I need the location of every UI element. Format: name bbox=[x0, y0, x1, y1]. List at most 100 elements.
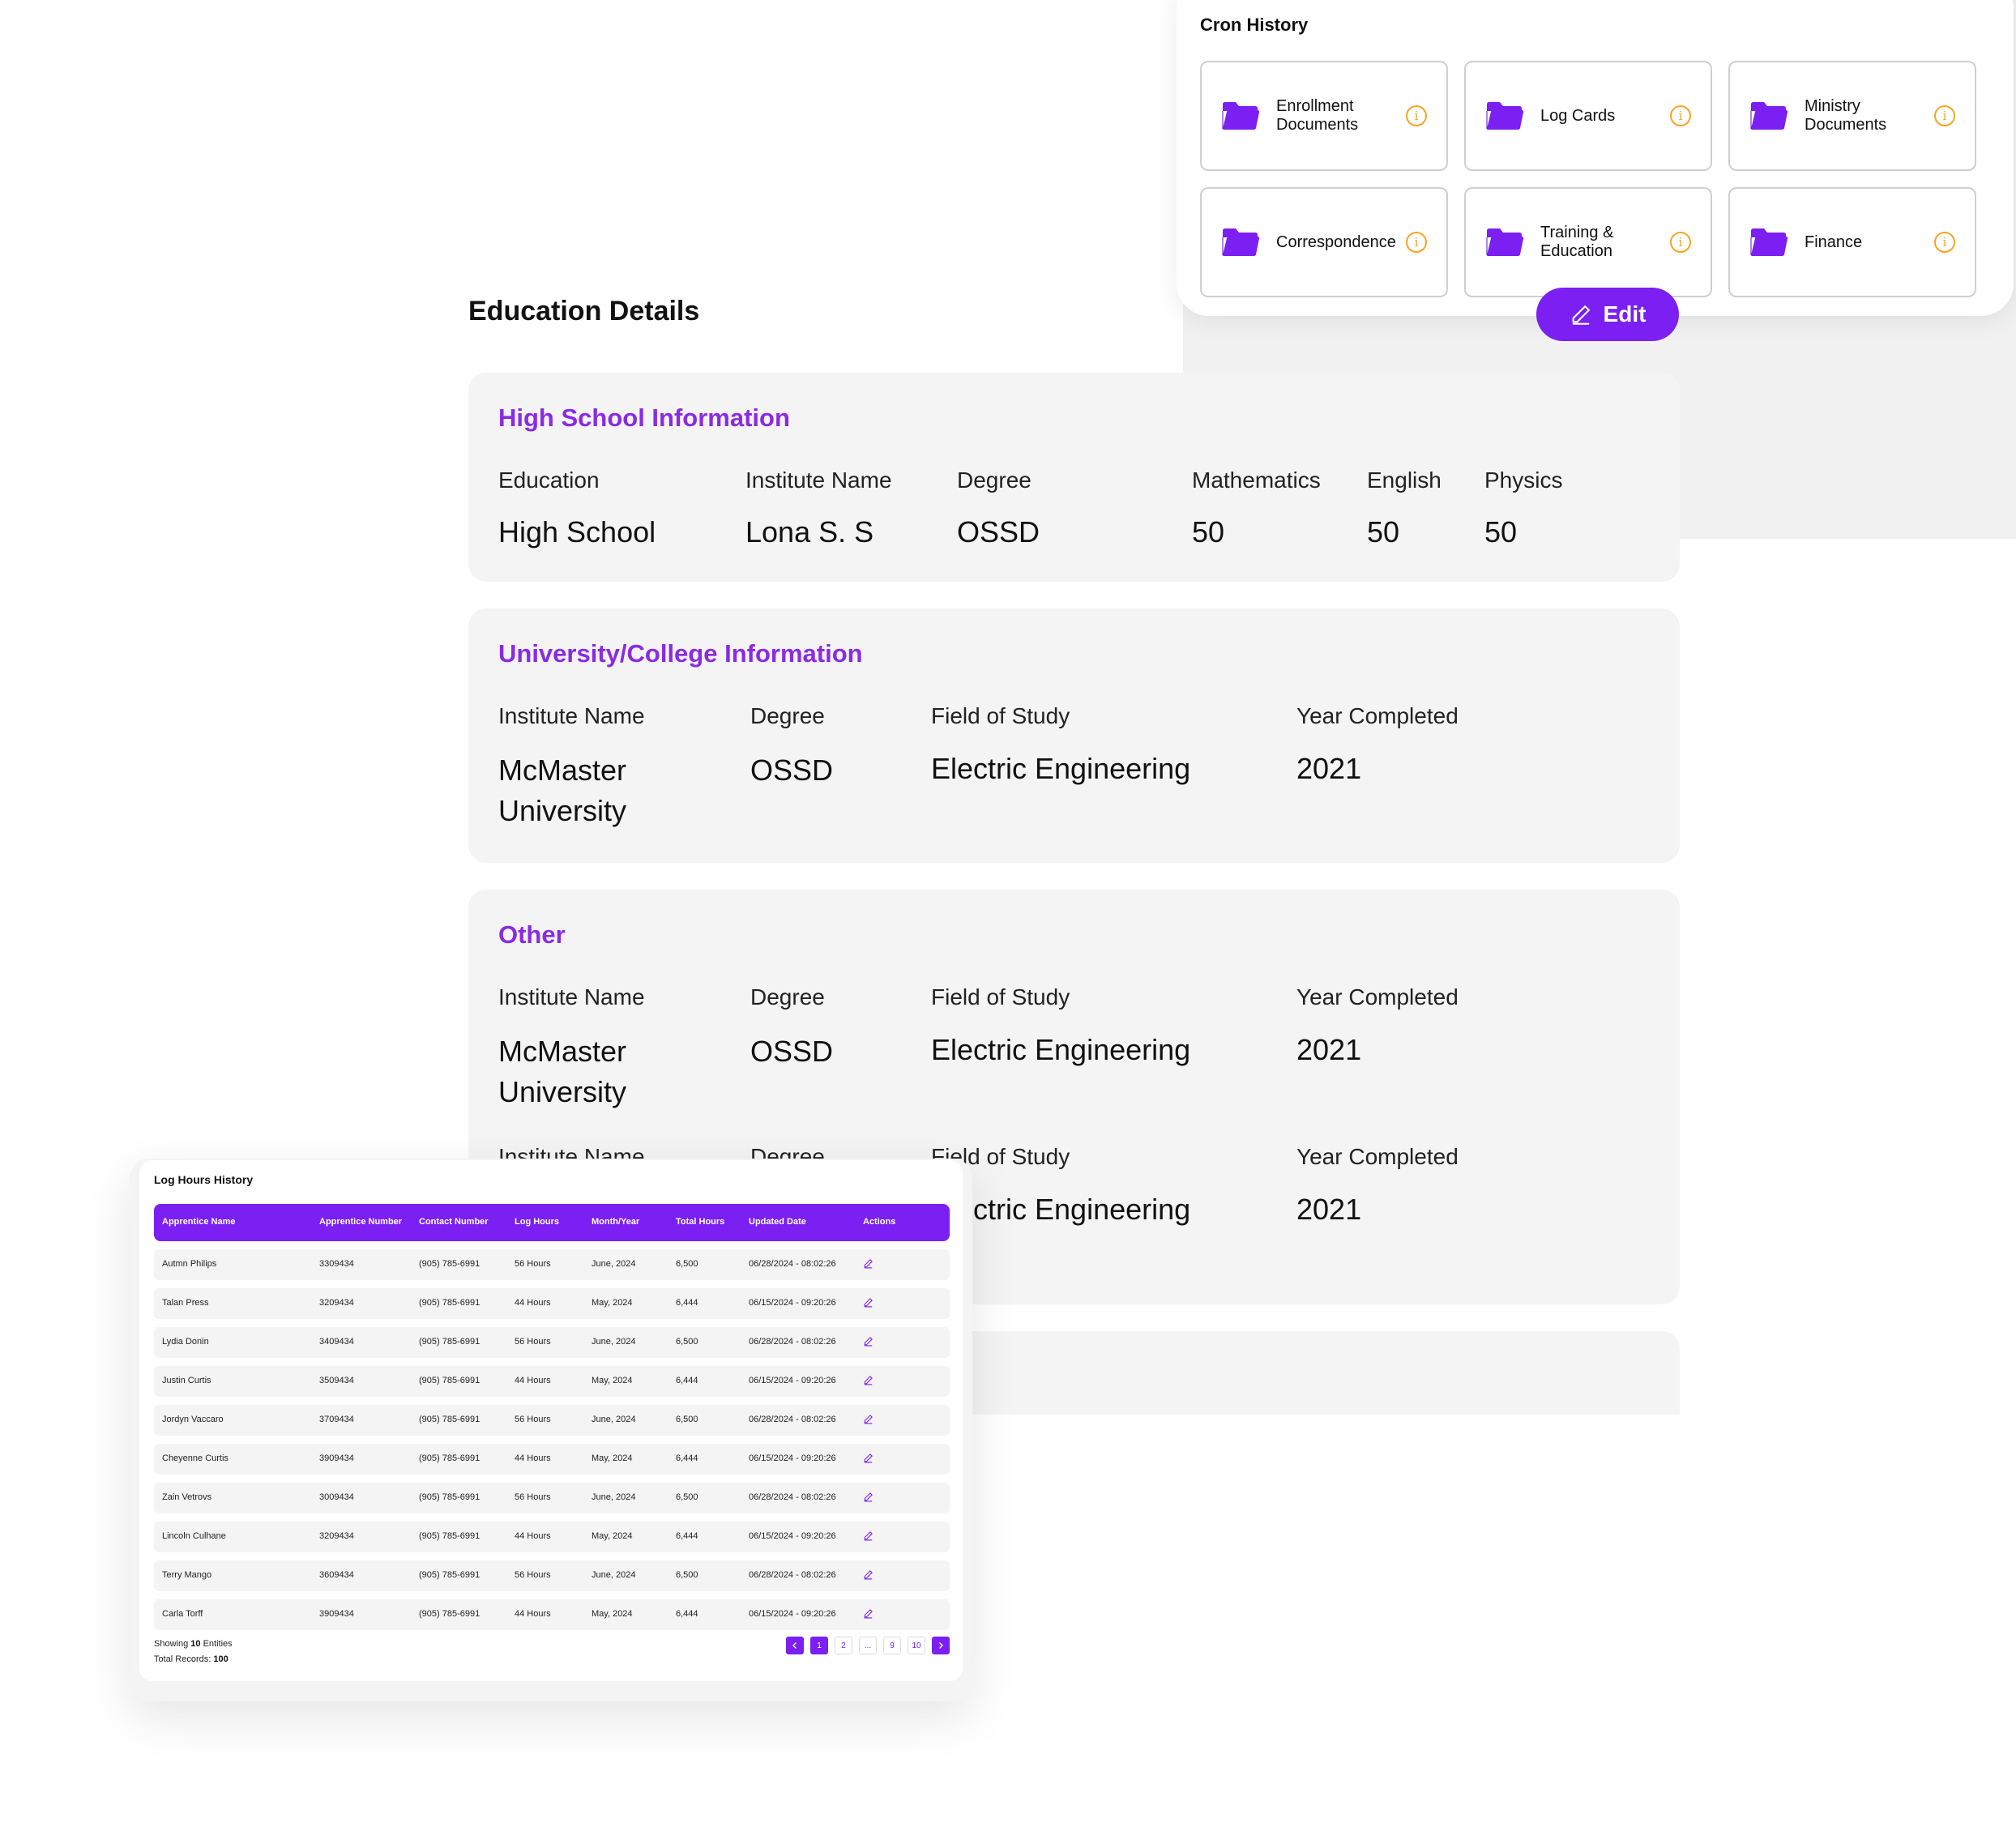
table-cell: 06/15/2024 - 09:20:26 bbox=[749, 1453, 836, 1463]
table-cell: 6,444 bbox=[676, 1531, 698, 1541]
field-label: Field of Study bbox=[931, 703, 1070, 728]
field-label: Degree bbox=[750, 984, 825, 1010]
table-cell: 6,444 bbox=[676, 1453, 698, 1463]
info-icon[interactable]: i bbox=[1934, 232, 1955, 253]
table-cell: 06/15/2024 - 09:20:26 bbox=[749, 1298, 836, 1308]
field-value: OSSD bbox=[957, 515, 1040, 549]
folder-card[interactable]: Correspondence i bbox=[1200, 187, 1448, 297]
edit-row-icon[interactable] bbox=[863, 1608, 873, 1621]
folder-card[interactable]: Training & Education i bbox=[1464, 187, 1712, 297]
field-value: Lona S. S bbox=[745, 515, 874, 549]
folder-label: Log Cards bbox=[1540, 106, 1616, 125]
edit-row-icon[interactable] bbox=[863, 1453, 873, 1466]
folder-card[interactable]: Enrollment Documents i bbox=[1200, 61, 1448, 171]
field-value: McMaster University bbox=[498, 753, 627, 827]
table-cell: (905) 785-6991 bbox=[419, 1492, 481, 1502]
field-value: OSSD bbox=[750, 753, 834, 787]
edit-row-icon[interactable] bbox=[863, 1414, 873, 1427]
folder-card[interactable]: Log Cards i bbox=[1464, 61, 1712, 171]
info-icon[interactable]: i bbox=[1670, 232, 1691, 253]
table-row: Talan Press 3209434 (905) 785-6991 44 Hours… bbox=[154, 1288, 950, 1319]
table-cell: 3909434 bbox=[319, 1453, 354, 1463]
edit-row-icon[interactable] bbox=[863, 1375, 873, 1388]
edit-row-icon[interactable] bbox=[863, 1530, 873, 1543]
table-cell: 56 Hours bbox=[515, 1415, 551, 1424]
table-cell: 3709434 bbox=[319, 1415, 354, 1424]
table-cell: 6,500 bbox=[676, 1570, 698, 1580]
high-school-card: High School Information Education Instit… bbox=[468, 373, 1680, 582]
table-cell: 44 Hours bbox=[515, 1453, 551, 1463]
table-cell: 06/15/2024 - 09:20:26 bbox=[749, 1376, 836, 1385]
info-icon[interactable]: i bbox=[1934, 105, 1955, 126]
field-label: English bbox=[1367, 467, 1442, 493]
field-label: Degree bbox=[957, 467, 1031, 493]
folder-grid: Enrollment Documents i Log Cards i Ministry … bbox=[1200, 61, 1976, 297]
table-cell: 56 Hours bbox=[515, 1570, 551, 1580]
info-icon[interactable]: i bbox=[1406, 232, 1427, 253]
table-cell: 06/28/2024 - 08:02:26 bbox=[749, 1415, 836, 1424]
edit-row-icon[interactable] bbox=[863, 1336, 873, 1349]
table-cell: 06/28/2024 - 08:02:26 bbox=[749, 1337, 836, 1347]
showing-entries: Showing 10 Entities bbox=[154, 1639, 233, 1649]
university-title: University/College Information bbox=[498, 639, 863, 668]
table-row: Lydia Donin 3409434 (905) 785-6991 56 Hours… bbox=[154, 1327, 950, 1358]
edit-row-icon[interactable] bbox=[863, 1569, 873, 1582]
field-label: Field of Study bbox=[931, 984, 1070, 1010]
page-title: Education Details bbox=[468, 296, 700, 327]
page-button[interactable]: 2 bbox=[835, 1637, 852, 1654]
table-cell: Zain Vetrovs bbox=[162, 1492, 212, 1502]
folder-label: Ministry Documents bbox=[1805, 97, 1887, 134]
edit-row-icon[interactable] bbox=[863, 1492, 873, 1505]
page-button[interactable]: ... bbox=[859, 1637, 877, 1654]
field-label: Degree bbox=[750, 703, 825, 728]
table-cell: Terry Mango bbox=[162, 1570, 212, 1580]
info-icon[interactable]: i bbox=[1670, 105, 1691, 126]
table-row: Terry Mango 3609434 (905) 785-6991 56 Hours… bbox=[154, 1560, 950, 1591]
university-card: University/College Information Institute… bbox=[468, 608, 1680, 863]
table-cell: 3409434 bbox=[319, 1337, 354, 1347]
page-button[interactable]: 10 bbox=[908, 1637, 925, 1654]
next-page-button[interactable] bbox=[932, 1637, 950, 1654]
column-header: Apprentice Number bbox=[319, 1217, 403, 1227]
table-header: Apprentice Name Apprentice Number Contac… bbox=[154, 1204, 950, 1241]
table-cell: Carla Torff bbox=[162, 1609, 203, 1619]
edit-row-icon[interactable] bbox=[863, 1258, 873, 1271]
folder-card[interactable]: Ministry Documents i bbox=[1728, 61, 1976, 171]
table-row: Lincoln Culhane 3209434 (905) 785-6991 44 H… bbox=[154, 1522, 950, 1552]
edit-button[interactable]: Edit bbox=[1536, 288, 1679, 341]
table-cell: 6,444 bbox=[676, 1376, 698, 1385]
field-label: Physics bbox=[1484, 467, 1563, 493]
field-value: 50 bbox=[1367, 515, 1400, 549]
folder-icon bbox=[1749, 226, 1788, 258]
folder-card[interactable]: Finance i bbox=[1728, 187, 1976, 297]
column-header: Total Hours bbox=[676, 1217, 725, 1227]
total-records: Total Records: 100 bbox=[154, 1654, 229, 1664]
table-row: Autmn Philips 3309434 (905) 785-6991 56 Hou… bbox=[154, 1249, 950, 1280]
table-cell: 44 Hours bbox=[515, 1609, 551, 1619]
folder-icon bbox=[1221, 226, 1260, 258]
table-row: Cheyenne Curtis 3909434 (905) 785-6991 44 H… bbox=[154, 1444, 950, 1475]
column-header: Apprentice Name bbox=[162, 1217, 236, 1227]
table-cell: May, 2024 bbox=[592, 1376, 633, 1385]
prev-page-button[interactable] bbox=[786, 1637, 804, 1654]
table-cell: (905) 785-6991 bbox=[419, 1531, 481, 1541]
table-cell: Lydia Donin bbox=[162, 1337, 209, 1347]
table-cell: Autmn Philips bbox=[162, 1259, 217, 1269]
pencil-icon bbox=[1572, 305, 1590, 325]
table-cell: May, 2024 bbox=[592, 1609, 633, 1619]
table-cell: June, 2024 bbox=[592, 1415, 636, 1424]
page-button[interactable]: 1 bbox=[810, 1637, 828, 1654]
table-cell: 06/15/2024 - 09:20:26 bbox=[749, 1531, 836, 1541]
field-value: 2021 bbox=[1296, 1193, 1362, 1226]
table-cell: 44 Hours bbox=[515, 1376, 551, 1385]
field-label: Mathematics bbox=[1192, 467, 1321, 493]
edit-row-icon[interactable] bbox=[863, 1297, 873, 1310]
field-label: Institute Name bbox=[498, 984, 645, 1010]
table-cell: Cheyenne Curtis bbox=[162, 1453, 229, 1463]
info-icon[interactable]: i bbox=[1406, 105, 1427, 126]
table-cell: Talan Press bbox=[162, 1298, 209, 1308]
table-cell: (905) 785-6991 bbox=[419, 1453, 481, 1463]
table-cell: 3009434 bbox=[319, 1492, 354, 1502]
field-value: Electric Engineering bbox=[931, 1033, 1191, 1066]
page-button[interactable]: 9 bbox=[883, 1637, 901, 1654]
